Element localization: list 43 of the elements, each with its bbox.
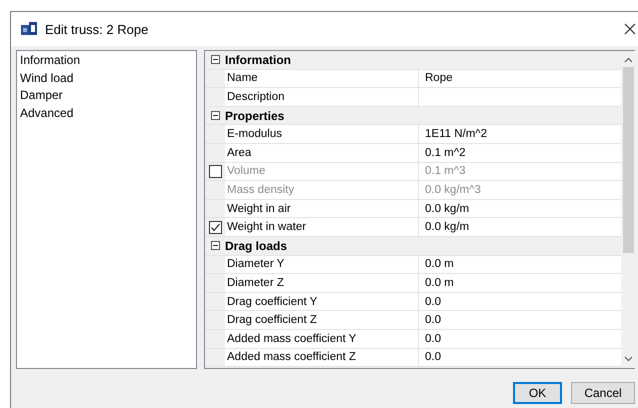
property-name: Drag coefficient Z — [227, 314, 317, 326]
property-value[interactable]: 0.0 — [425, 332, 441, 345]
property-name: Added mass coefficient Y — [227, 332, 356, 345]
dialog-button[interactable]: OK — [513, 382, 562, 404]
property-name: Volume — [227, 165, 266, 178]
property-name: Added mass coefficient Z — [227, 351, 356, 364]
property-name: Description — [227, 90, 285, 103]
category-label: Information — [225, 52, 291, 67]
property-name: Diameter Y — [227, 258, 284, 270]
app-icon — [21, 22, 37, 36]
property-value[interactable]: 0.0 m — [425, 276, 454, 289]
property-name: Diameter Z — [227, 276, 284, 289]
property-name: Area — [227, 146, 252, 159]
property-value[interactable]: 0.0 kg/m — [425, 202, 470, 215]
scroll-down-icon[interactable] — [624, 356, 632, 362]
scroll-up-icon[interactable] — [624, 57, 632, 63]
property-name: E-modulus — [227, 128, 282, 140]
sidebar-item[interactable]: Information — [19, 52, 82, 70]
sidebar-item[interactable]: Wind load — [19, 70, 74, 87]
sidebar-item[interactable]: Damper — [19, 87, 64, 104]
property-value[interactable]: 0.0 — [425, 351, 441, 364]
property-value[interactable]: 0.0 — [425, 296, 441, 308]
checkbox[interactable] — [208, 220, 222, 234]
property-value[interactable]: Rope — [425, 72, 452, 84]
collapse-icon[interactable] — [210, 241, 220, 250]
dialog-button[interactable]: Cancel — [571, 382, 635, 404]
window-title: Edit truss: 2 Rope — [45, 22, 148, 36]
property-name: Drag coefficient Y — [227, 296, 318, 308]
property-name: Mass density — [227, 184, 294, 196]
property-value[interactable]: 0.0 kg/m — [425, 221, 470, 234]
scrollbar-thumb[interactable] — [622, 67, 634, 253]
property-value[interactable]: 0.1 m^2 — [425, 146, 466, 159]
value-field[interactable] — [419, 88, 621, 106]
collapse-icon[interactable] — [210, 55, 220, 64]
category-label: Properties — [225, 108, 284, 123]
property-value[interactable]: 0.0 — [425, 314, 441, 326]
collapse-icon[interactable] — [210, 111, 220, 120]
property-name: Weight in air — [227, 202, 291, 215]
property-value[interactable]: 0.0 m — [425, 258, 454, 270]
property-name: Weight in water — [227, 221, 306, 234]
property-name: Name — [227, 72, 258, 84]
category-label: Drag loads — [225, 238, 288, 253]
sidebar-item[interactable]: Advanced — [19, 104, 74, 122]
